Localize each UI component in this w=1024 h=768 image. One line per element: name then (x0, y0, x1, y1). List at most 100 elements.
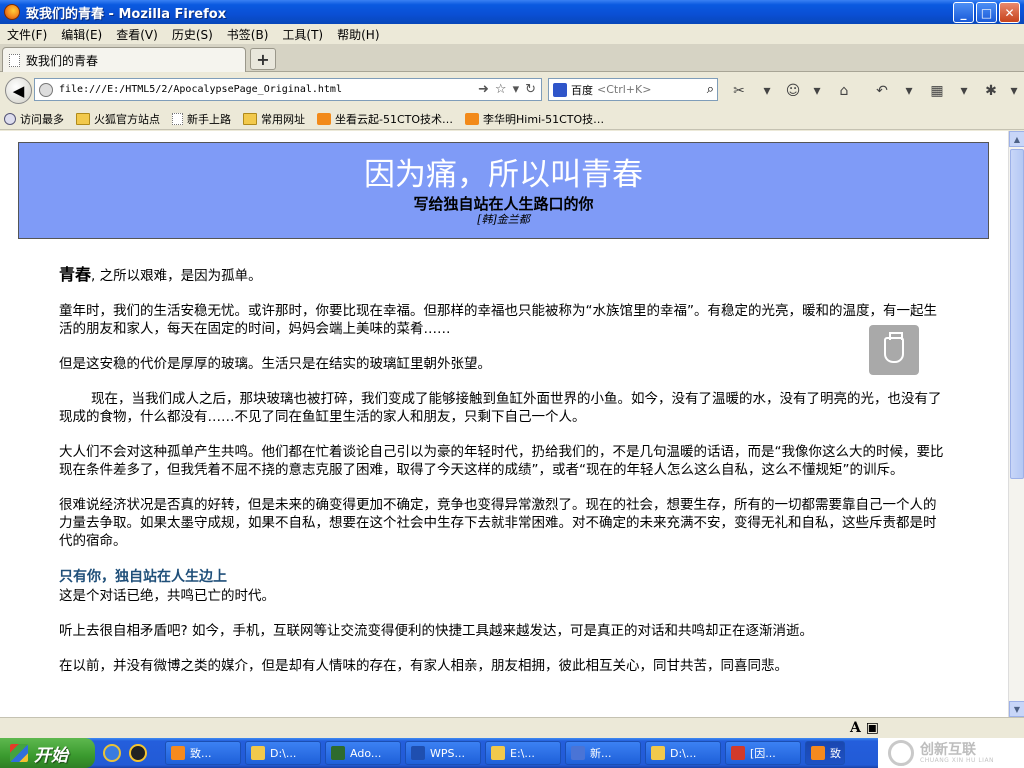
window-title: 致我们的青春 - Mozilla Firefox (26, 6, 227, 22)
taskbar-item[interactable]: 新... (565, 741, 641, 765)
usb-device-icon[interactable] (869, 325, 919, 375)
star-icon[interactable]: ☆ (495, 82, 507, 97)
search-engine-icon[interactable] (553, 82, 567, 97)
qq-icon[interactable] (129, 744, 147, 762)
dropdown-icon[interactable]: ▾ (1005, 82, 1023, 100)
bookmarks-bar: 访问最多 火狐官方站点 新手上路 常用网址 坐看云起-51CTO技术… 李华明H… (0, 108, 1024, 130)
menu-history[interactable]: 历史(S) (165, 26, 220, 43)
search-engine-name: 百度 (571, 83, 593, 97)
paragraph: 听上去很自相矛盾吧? 如今，手机，互联网等让交流变得便利的快捷工具越来越发达，可… (59, 623, 813, 639)
start-button[interactable]: 开始 (0, 738, 95, 768)
taskbar-item[interactable]: E:\... (485, 741, 561, 765)
taskbar-item[interactable]: 致... (165, 741, 241, 765)
app-icon (491, 746, 505, 760)
taskbar-item-label: E:\... (510, 746, 535, 760)
page-title: 因为痛，所以叫青春 (364, 157, 643, 193)
new-tab-button[interactable]: + (250, 48, 276, 70)
menu-edit[interactable]: 编辑(E) (54, 26, 109, 43)
usb-plug-icon (884, 332, 904, 363)
scroll-thumb[interactable] (1010, 149, 1024, 479)
paragraph: 童年时，我们的生活安稳无忧。或许那时，你要比现在幸福。但那样的幸福也只能被称为“… (59, 303, 937, 337)
bookmark-item[interactable]: 访问最多 (4, 111, 64, 127)
app-icon (251, 746, 265, 760)
menu-file[interactable]: 文件(F) (0, 26, 54, 43)
dropdown-icon[interactable]: ▾ (955, 82, 973, 100)
url-bar[interactable]: file:///E:/HTML5/2/ApocalypsePage_Origin… (34, 78, 542, 101)
dropdown-icon[interactable]: ▾ (758, 82, 776, 100)
bookmark-item[interactable]: 坐看云起-51CTO技术… (317, 111, 453, 127)
lead-word: 青春 (59, 265, 92, 284)
menu-view[interactable]: 查看(V) (109, 26, 165, 43)
app-icon (171, 746, 185, 760)
ie-icon[interactable] (103, 744, 121, 762)
taskbar-item[interactable]: [因... (725, 741, 801, 765)
screenshot-icon[interactable]: ✂ (730, 82, 748, 100)
reload-icon[interactable]: ↻ (525, 82, 536, 97)
watermark-logo (888, 740, 914, 766)
search-input[interactable]: <Ctrl+K> (597, 83, 707, 96)
taskbar-item[interactable]: Ado... (325, 741, 401, 765)
close-button[interactable]: ✕ (999, 2, 1020, 23)
page-subtitle: 写给独自站在人生路口的你 (413, 195, 594, 213)
scroll-up-icon[interactable]: ▲ (1009, 131, 1024, 147)
go-icon[interactable]: ➜ (478, 82, 489, 97)
most-visited-icon (4, 112, 16, 125)
taskbar-item[interactable]: WPS... (405, 741, 481, 765)
app-icon (651, 746, 665, 760)
app-icon (731, 746, 745, 760)
status-icons[interactable]: A ▣ (850, 720, 879, 736)
paragraph: 但是这安稳的代价是厚厚的玻璃。生活只是在结实的玻璃缸里朝外张望。 (59, 356, 491, 372)
tab-current[interactable]: 致我们的青春 (2, 47, 246, 72)
folder-icon (76, 112, 90, 125)
taskbar-item-label: 致... (190, 747, 212, 760)
taskbar-item-label: 致 (830, 747, 841, 760)
url-text[interactable]: file:///E:/HTML5/2/ApocalypsePage_Origin… (59, 84, 478, 95)
menu-bookmarks[interactable]: 书签(B) (220, 26, 276, 43)
rss-icon (465, 112, 480, 125)
page-author: [韩]金兰都 (477, 213, 530, 226)
search-icon[interactable]: ⌕ (707, 82, 714, 97)
addon-icon[interactable]: ☺ (784, 82, 802, 100)
status-bar: A ▣ (0, 717, 1024, 738)
menu-help[interactable]: 帮助(H) (330, 26, 386, 43)
paragraph: 这是个对话已绝，共鸣已亡的时代。 (59, 588, 275, 604)
minimize-button[interactable]: _ (953, 2, 974, 23)
paragraph: 大人们不会对这种孤单产生共鸣。他们都在忙着谈论自己引以为豪的年轻时代，扔给我们的… (59, 444, 944, 478)
home-icon[interactable]: ⌂ (835, 82, 853, 100)
tab-label: 致我们的青春 (26, 53, 99, 68)
menu-tools[interactable]: 工具(T) (275, 26, 330, 43)
app-icon (411, 746, 425, 760)
paragraph: 现在，当我们成人之后，那块玻璃也被打碎，我们变成了能够接触到鱼缸外面世界的小鱼。… (59, 391, 942, 425)
taskbar: 开始 致... D:\... Ado... WPS... E:\... 新... D:\..… (0, 738, 1024, 768)
bookmark-item[interactable]: 火狐官方站点 (76, 111, 160, 127)
undo-icon[interactable]: ↶ (873, 82, 891, 100)
bookmark-item[interactable]: 李华明Himi-51CTO技… (465, 111, 604, 127)
bookmark-item[interactable]: 新手上路 (172, 111, 231, 127)
maximize-button[interactable]: □ (976, 2, 997, 23)
taskbar-item[interactable]: 致 (805, 741, 845, 765)
tab-bar: 致我们的青春 + (0, 44, 1024, 72)
dropdown-icon[interactable]: ▾ (808, 82, 826, 100)
dropdown-icon[interactable]: ▾ (900, 82, 918, 100)
taskbar-item[interactable]: D:\... (645, 741, 721, 765)
title-bar: 致我们的青春 - Mozilla Firefox _ □ ✕ (0, 0, 1024, 24)
dropdown-icon[interactable]: ▾ (513, 82, 520, 97)
back-button[interactable]: ◀ (5, 77, 32, 104)
page-icon (9, 53, 20, 67)
vertical-scrollbar[interactable]: ▲ ▼ (1008, 131, 1024, 717)
windows-logo-icon (10, 744, 28, 762)
taskbar-item-label: D:\... (270, 746, 297, 760)
bookmark-item[interactable]: 常用网址 (243, 111, 305, 127)
bug-icon[interactable]: ✱ (982, 82, 1000, 100)
window-controls: _ □ ✕ (953, 2, 1020, 23)
grid-icon[interactable]: ▦ (928, 82, 946, 100)
search-bar[interactable]: 百度 <Ctrl+K> ⌕ (548, 78, 718, 101)
scroll-down-icon[interactable]: ▼ (1009, 701, 1024, 717)
watermark-brand: 创新互联 (920, 741, 976, 758)
taskbar-items: 致... D:\... Ado... WPS... E:\... 新... D:\... [因… (161, 741, 845, 765)
back-arrow-icon: ◀ (12, 81, 25, 100)
taskbar-item-label: WPS... (430, 746, 465, 760)
watermark-sub: CHUANG XIN HU LIAN (920, 756, 995, 764)
taskbar-item[interactable]: D:\... (245, 741, 321, 765)
app-icon (571, 746, 585, 760)
